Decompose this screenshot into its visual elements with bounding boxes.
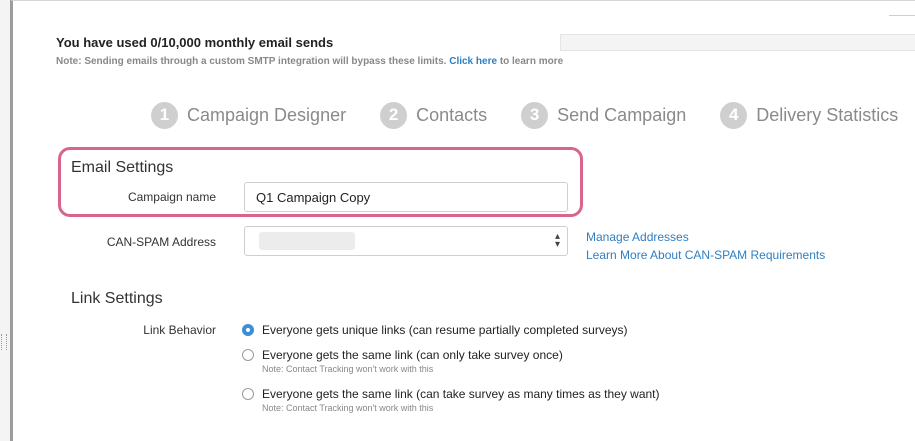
link-option-text: Everyone gets the same link (can take su… (262, 387, 660, 401)
email-settings-title: Email Settings (71, 159, 174, 176)
usage-title: You have used 0/10,000 monthly email sen… (56, 35, 334, 50)
link-option-note: Note: Contact Tracking won't work with t… (262, 403, 434, 413)
click-here-link[interactable]: Click here (449, 56, 497, 67)
link-option-text: Everyone gets the same link (can only ta… (262, 348, 563, 362)
step-label: Contacts (416, 104, 488, 125)
radio-checked-icon[interactable] (242, 324, 254, 336)
radio-unchecked-icon[interactable] (242, 388, 254, 400)
usage-note-text: Note: Sending emails through a custom SM… (56, 56, 447, 67)
resize-handle[interactable] (1, 334, 7, 350)
usage-note: Note: Sending emails through a custom SM… (56, 56, 563, 67)
divider (889, 15, 915, 16)
redacted-address (259, 232, 355, 250)
step-label: Campaign Designer (187, 104, 347, 125)
canspam-address-select[interactable]: ▴ ▾ (244, 226, 568, 256)
link-settings-title: Link Settings (71, 290, 163, 307)
step-send-campaign[interactable]: 3 Send Campaign (521, 101, 687, 129)
usage-note-suffix: to learn more (499, 56, 564, 67)
campaign-panel: You have used 0/10,000 monthly email sen… (10, 0, 915, 441)
step-delivery-statistics[interactable]: 4 Delivery Statistics (720, 101, 899, 129)
step-number: 3 (521, 101, 549, 129)
campaign-name-input[interactable] (244, 182, 568, 212)
step-contacts[interactable]: 2 Contacts (380, 101, 488, 129)
step-number: 1 (151, 101, 178, 129)
link-option-text: Everyone gets unique links (can resume p… (262, 323, 628, 337)
step-number: 2 (380, 101, 408, 129)
link-behavior-label: Link Behavior (143, 323, 216, 337)
radio-unchecked-icon[interactable] (242, 349, 254, 361)
campaign-steps: 1 Campaign Designer 2 Contacts 3 Send Ca… (151, 101, 898, 129)
canspam-links: Manage Addresses Learn More About CAN-SP… (586, 228, 825, 264)
step-label: Send Campaign (557, 104, 687, 125)
usage-progress-bar (560, 34, 915, 51)
link-option-note: Note: Contact Tracking won't work with t… (262, 364, 434, 374)
step-campaign-designer[interactable]: 1 Campaign Designer (151, 101, 347, 129)
manage-addresses-link[interactable]: Manage Addresses (586, 228, 825, 246)
canspam-requirements-link[interactable]: Learn More About CAN-SPAM Requirements (586, 246, 825, 264)
select-arrows-icon: ▴ ▾ (554, 231, 560, 250)
step-number: 4 (720, 101, 748, 129)
campaign-name-label: Campaign name (127, 190, 216, 204)
canspam-address-label: CAN-SPAM Address (106, 235, 216, 249)
step-label: Delivery Statistics (756, 104, 899, 125)
